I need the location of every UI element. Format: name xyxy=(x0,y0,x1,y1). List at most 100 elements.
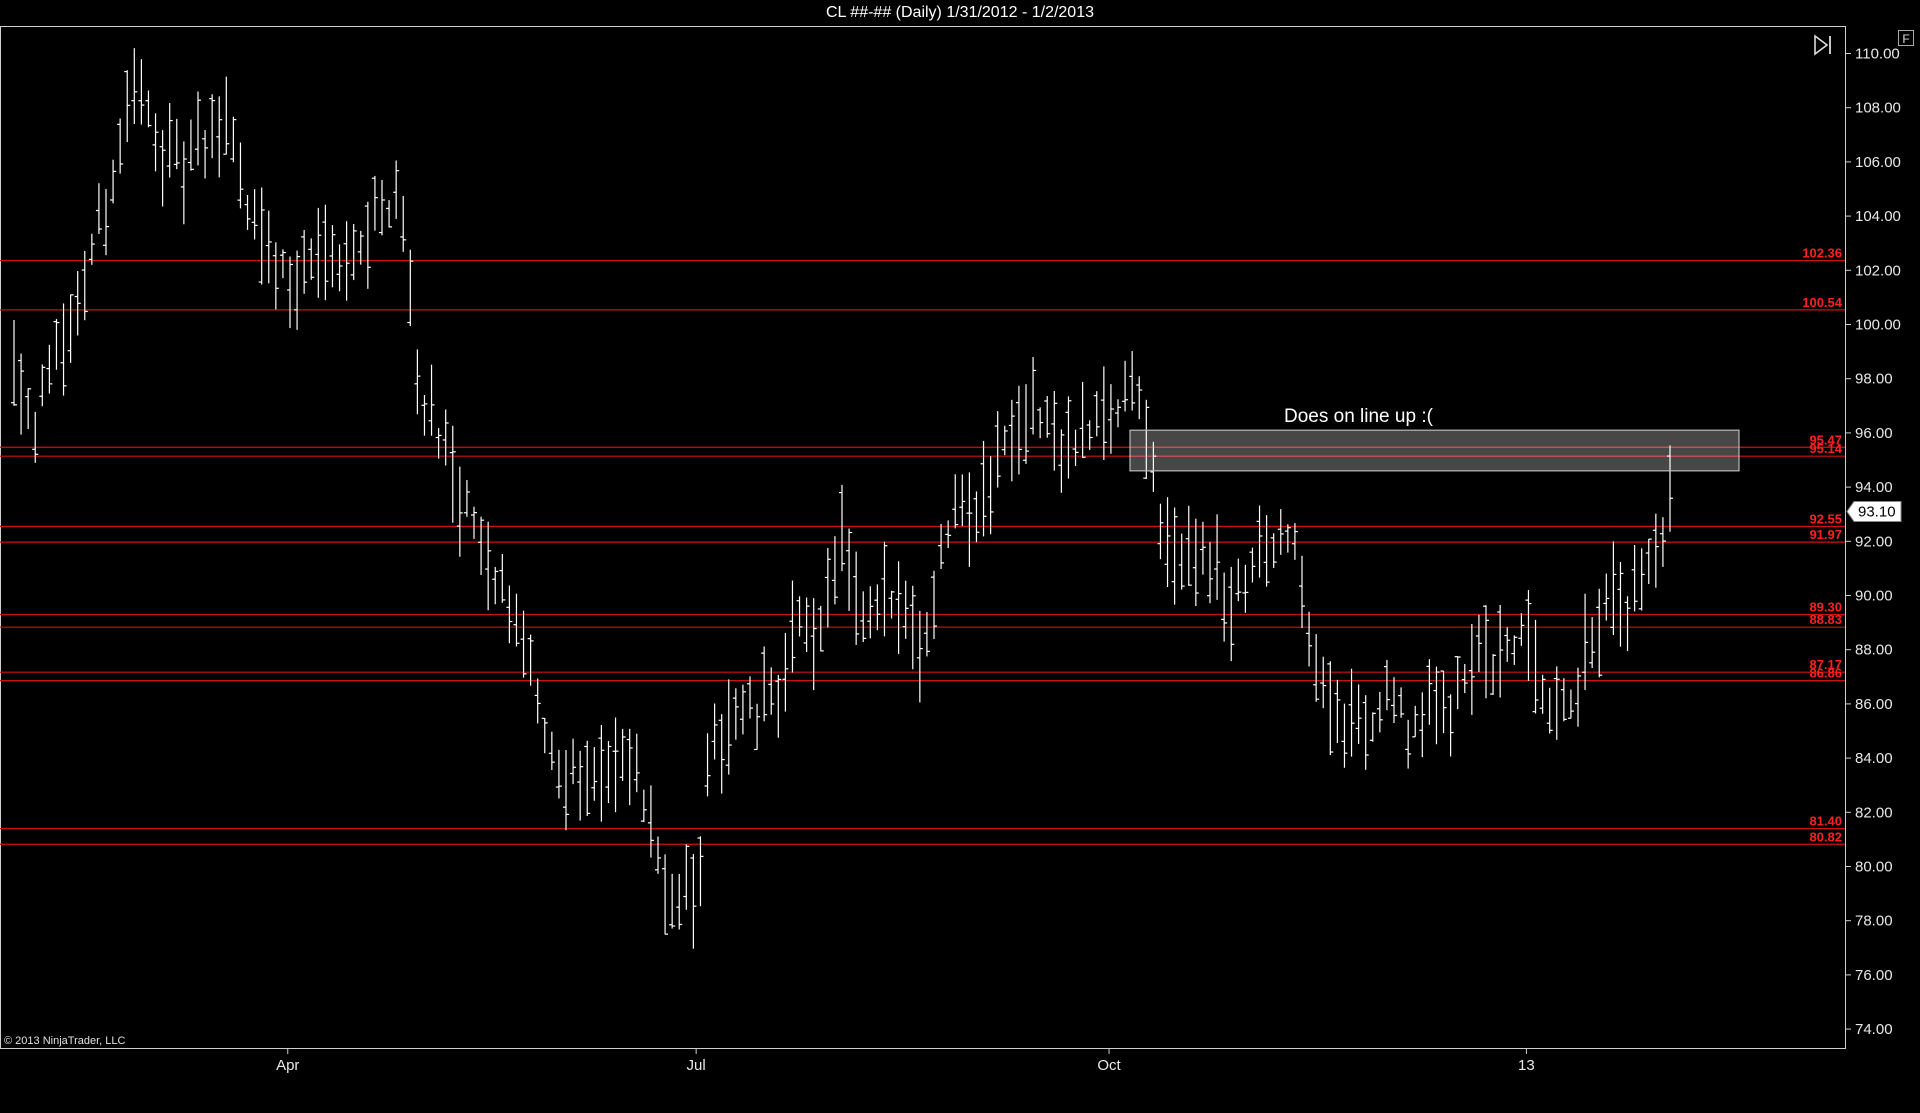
price-bar xyxy=(1419,692,1426,758)
y-tick-label: 84.00 xyxy=(1855,750,1893,767)
price-bar xyxy=(1483,605,1489,699)
y-tick-label: 90.00 xyxy=(1855,588,1893,605)
price-bar xyxy=(1341,703,1348,768)
price-bar xyxy=(25,388,32,429)
price-bar xyxy=(173,118,180,170)
price-bar xyxy=(966,472,973,567)
price-bar xyxy=(1334,679,1341,743)
price-bar xyxy=(662,854,669,935)
price-bar xyxy=(1291,523,1298,560)
price-bar xyxy=(322,204,329,301)
last-price-marker-layer: 93.10 xyxy=(1846,500,1902,522)
price-bar xyxy=(775,674,782,738)
price-bars-layer xyxy=(11,48,1673,949)
price-bar xyxy=(577,750,584,821)
price-bar xyxy=(916,610,923,703)
price-bar xyxy=(860,591,867,643)
y-tick-label: 104.00 xyxy=(1855,208,1901,225)
price-bar xyxy=(138,59,145,125)
price-bar xyxy=(1589,617,1596,669)
price-bar xyxy=(718,714,725,794)
price-bar xyxy=(308,238,315,280)
price-bar xyxy=(761,646,768,722)
price-bar xyxy=(1015,385,1022,475)
price-bar xyxy=(1037,407,1044,439)
scroll-to-end-icon[interactable] xyxy=(1812,34,1834,56)
levels-layer: 102.36100.5495.4795.1492.5591.9789.3088.… xyxy=(0,246,1845,845)
price-bar xyxy=(931,570,937,640)
price-bar xyxy=(676,873,683,930)
price-bar xyxy=(456,466,463,557)
price-bar xyxy=(980,440,987,537)
f-button[interactable]: F xyxy=(1898,30,1914,46)
price-bar xyxy=(739,684,746,735)
price-bar xyxy=(1553,666,1560,740)
price-bar xyxy=(647,785,654,858)
price-bar xyxy=(1567,689,1574,719)
price-bar xyxy=(1575,667,1581,727)
price-bar xyxy=(541,717,548,754)
price-bar xyxy=(1511,635,1518,665)
x-tick-label: Oct xyxy=(1097,1057,1121,1074)
x-axis-layer: Apr Jul Oct 13 xyxy=(276,1048,1535,1074)
price-bar xyxy=(655,836,661,874)
price-bar xyxy=(938,523,945,569)
price-bar xyxy=(1582,593,1589,690)
price-bar xyxy=(435,428,442,459)
price-bar xyxy=(1221,572,1228,642)
x-tick-label: 13 xyxy=(1518,1057,1535,1074)
price-bar xyxy=(357,230,364,265)
price-bar xyxy=(1475,614,1482,673)
price-bar xyxy=(1355,684,1362,744)
price-bar xyxy=(294,250,301,330)
price-bar xyxy=(244,194,251,230)
price-bar xyxy=(1560,678,1567,722)
price-bar xyxy=(846,528,853,611)
price-bar xyxy=(279,249,286,279)
price-bar xyxy=(1391,677,1397,724)
price-bar xyxy=(520,610,527,678)
price-bar xyxy=(1603,573,1610,621)
price-bar xyxy=(853,551,860,645)
price-bar xyxy=(386,200,393,228)
y-tick-label: 82.00 xyxy=(1855,804,1893,821)
price-bar xyxy=(1320,656,1327,709)
price-bar xyxy=(1171,507,1178,605)
price-bar xyxy=(1610,541,1617,636)
price-bar xyxy=(18,353,25,435)
price-bar xyxy=(1157,503,1164,560)
price-bar xyxy=(704,733,711,797)
price-bar xyxy=(874,584,881,631)
price-bar xyxy=(605,741,612,804)
price-bar xyxy=(53,319,60,370)
price-bar xyxy=(563,750,569,831)
price-bar xyxy=(195,91,201,166)
price-bar xyxy=(1249,547,1256,583)
price-bar xyxy=(1504,627,1511,662)
price-bar xyxy=(11,319,17,406)
price-bar xyxy=(287,256,293,329)
level-label: 100.54 xyxy=(1802,295,1843,310)
price-bar xyxy=(1398,687,1405,718)
annotation-text: Does on line up :( xyxy=(1284,406,1433,427)
price-bar xyxy=(831,536,838,605)
price-bar xyxy=(492,566,499,605)
price-bar xyxy=(1426,659,1433,725)
price-bar xyxy=(633,733,640,793)
price-bar xyxy=(124,70,131,143)
y-tick-label: 98.00 xyxy=(1855,371,1893,388)
price-bar xyxy=(1122,360,1129,412)
price-bar xyxy=(485,521,492,611)
price-bar xyxy=(1376,691,1383,733)
price-bar xyxy=(103,189,109,256)
price-bar xyxy=(1086,420,1093,450)
price-chart[interactable]: 102.36100.5495.4795.1492.5591.9789.3088.… xyxy=(0,0,1920,1113)
price-bar xyxy=(251,189,258,240)
price-bar xyxy=(329,225,336,288)
price-bar xyxy=(1079,382,1086,458)
price-bar xyxy=(1199,521,1206,575)
price-bar xyxy=(867,586,874,639)
level-label: 86.86 xyxy=(1809,666,1842,681)
price-bar xyxy=(1065,396,1072,479)
price-bar xyxy=(1461,663,1468,694)
